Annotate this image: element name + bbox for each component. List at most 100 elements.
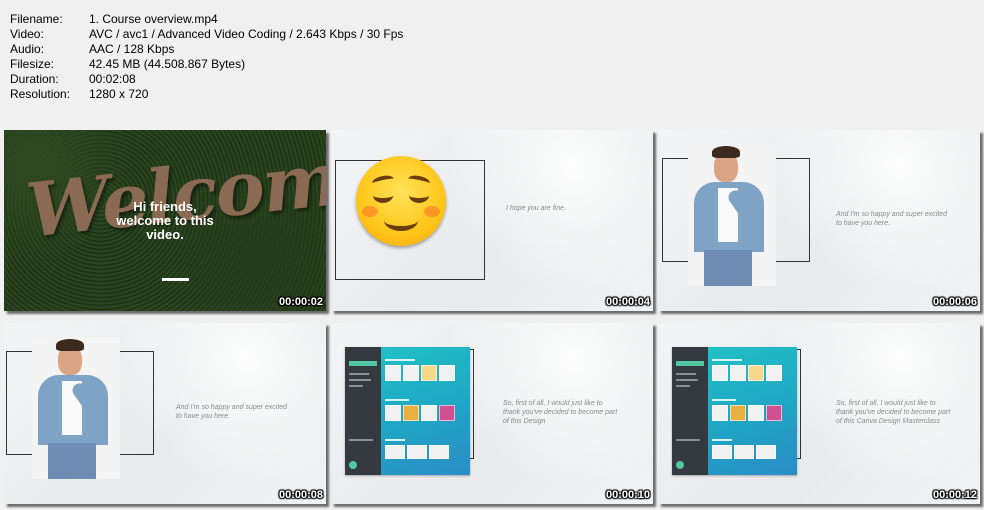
caption-line-2: to have you here. (176, 413, 231, 420)
eyebrow-right (407, 173, 431, 189)
caption-text: So, first of all, I would just like to t… (503, 399, 617, 426)
section-title (712, 439, 732, 441)
design-tile (712, 445, 732, 459)
sidebar-line (349, 385, 363, 387)
info-key: Video: (10, 27, 44, 41)
design-tile (385, 405, 401, 421)
create-design-button (349, 361, 377, 366)
info-key: Resolution: (10, 87, 71, 101)
sidebar-line (349, 373, 369, 375)
caption-text: And I'm so happy and super excited to ha… (176, 403, 287, 421)
info-row-video: Video: AVC / avc1 / Advanced Video Coding… (10, 27, 403, 42)
timestamp: 00:00:10 (605, 489, 650, 501)
caption-text: So, first of all, I would just like to t… (836, 399, 950, 426)
sidebar-line (349, 379, 371, 381)
thumbnail-2[interactable]: I hope you are fine. 00:00:04 (331, 130, 653, 311)
section-title (712, 359, 742, 361)
cheek-left (362, 206, 378, 217)
design-tile (385, 445, 405, 459)
create-design-button (676, 361, 704, 366)
eyebrow-left (371, 173, 395, 189)
info-value: 1. Course overview.mp4 (89, 12, 218, 26)
eye-right (409, 188, 429, 203)
person-hair (56, 339, 84, 351)
timestamp: 00:00:02 (278, 296, 323, 308)
section-title (712, 399, 736, 401)
design-tile (421, 365, 437, 381)
caption-line-1: So, first of all, I would just like to (836, 400, 936, 407)
info-value: AVC / avc1 / Advanced Video Coding / 2.6… (89, 27, 404, 41)
info-row-duration: Duration: 00:02:08 (10, 72, 403, 87)
caption-line-3: of this Design (503, 418, 546, 425)
canva-sidebar (345, 347, 381, 475)
design-tile (766, 405, 782, 421)
info-key: Filename: (10, 12, 63, 26)
person-jeans (48, 443, 96, 479)
info-value: 42.45 MB (44.508.867 Bytes) (89, 57, 246, 71)
design-tile (712, 365, 728, 381)
info-key: Audio: (10, 42, 45, 56)
design-tile (766, 365, 782, 381)
section-title (385, 359, 415, 361)
design-tile (403, 365, 419, 381)
design-tile (439, 405, 455, 421)
design-tile (421, 405, 437, 421)
sidebar-line (676, 385, 690, 387)
greeting-text: Hi friends, welcome to this video. (4, 200, 326, 242)
sidebar-line (676, 379, 698, 381)
person-photo (688, 144, 776, 286)
greeting-line-2: welcome to this (116, 213, 214, 228)
greeting-line-1: Hi friends, (133, 199, 197, 214)
smile-mouth (384, 210, 418, 231)
sidebar-line (676, 373, 696, 375)
caption-text: And I'm so happy and super excited to ha… (836, 210, 947, 228)
info-row-filename: Filename: 1. Course overview.mp4 (10, 12, 403, 27)
greeting-line-3: video. (146, 227, 184, 242)
info-key: Duration: (10, 72, 59, 86)
design-tile (756, 445, 776, 459)
caption-line-2: to have you here. (836, 220, 891, 227)
thumbnail-3[interactable]: And I'm so happy and super excited to ha… (658, 130, 980, 311)
design-tile (712, 405, 728, 421)
info-key: Filesize: (10, 57, 55, 71)
timestamp: 00:00:12 (932, 489, 977, 501)
info-row-filesize: Filesize: 42.45 MB (44.508.867 Bytes) (10, 57, 403, 72)
canva-main-area (381, 347, 470, 475)
caption-line-3: of this Canva Design Masterclass (836, 418, 940, 425)
design-tile (730, 365, 746, 381)
thumbnail-5[interactable]: So, first of all, I would just like to t… (331, 323, 653, 504)
design-tile (385, 365, 401, 381)
info-value: 00:02:08 (89, 72, 136, 86)
file-info-panel: Filename: 1. Course overview.mp4 Video: AV… (10, 12, 403, 102)
person-photo (32, 337, 120, 479)
design-tile (439, 365, 455, 381)
person-hair (712, 146, 740, 158)
thumbnail-6[interactable]: So, first of all, I would just like to t… (658, 323, 980, 504)
section-title (385, 439, 405, 441)
caption-line-2: thank you've decided to become part (836, 409, 951, 416)
canva-app-screenshot (345, 347, 470, 475)
canva-main-area (708, 347, 797, 475)
timestamp: 00:00:06 (932, 296, 977, 308)
timestamp: 00:00:04 (605, 296, 650, 308)
caption-text: I hope you are fine. (506, 205, 566, 212)
design-tile (407, 445, 427, 459)
caption-line-1: And I'm so happy and super excited (836, 211, 948, 218)
caption-line-2: thank you've decided to become part (503, 409, 618, 416)
thumbnail-4[interactable]: And I'm so happy and super excited to ha… (4, 323, 326, 504)
smiling-emoji-icon (356, 156, 446, 246)
design-tile (734, 445, 754, 459)
avatar (676, 461, 684, 469)
design-tile (730, 405, 746, 421)
canva-sidebar (672, 347, 708, 475)
timestamp: 00:00:08 (278, 489, 323, 501)
thumbnail-1[interactable]: Welcome Hi friends, welcome to this vide… (4, 130, 326, 311)
design-tile (748, 405, 764, 421)
info-value: 1280 x 720 (89, 87, 149, 101)
avatar (349, 461, 357, 469)
eye-left (373, 188, 393, 203)
caption-line-1: And I'm so happy and super excited (176, 404, 288, 411)
sidebar-line (676, 439, 700, 441)
design-tile (748, 365, 764, 381)
sidebar-line (349, 439, 373, 441)
